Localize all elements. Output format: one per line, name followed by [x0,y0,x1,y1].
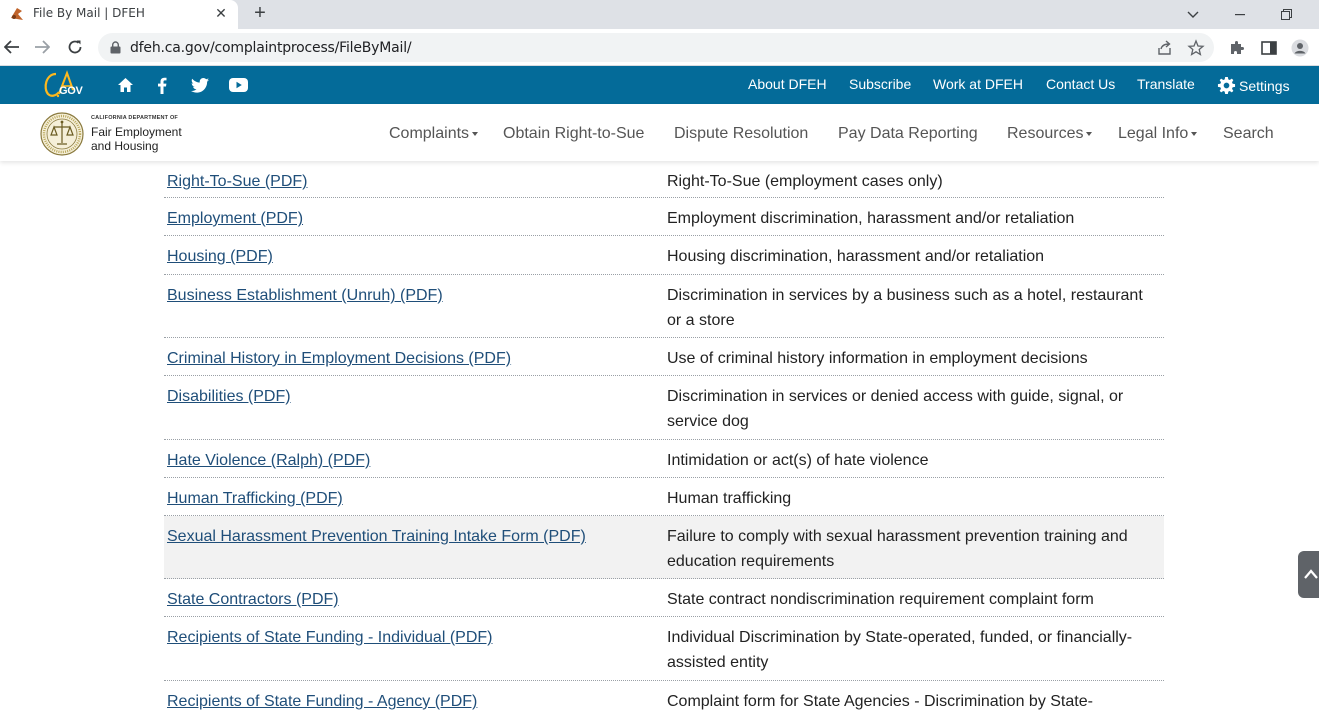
table-row: Right-To-Sue (PDF) Right-To-Sue (employm… [164,161,1164,198]
bookmark-star-icon[interactable] [1187,39,1205,57]
tab-close-icon[interactable]: ✕ [212,4,230,22]
table-row: Recipients of State Funding - Individual… [164,617,1164,681]
table-row: Business Establishment (Unruh) (PDF) Dis… [164,275,1164,338]
form-link[interactable]: Employment (PDF) [167,206,657,231]
profile-avatar-icon[interactable] [1291,39,1309,57]
contact-us-link[interactable]: Contact Us [1046,76,1115,92]
table-row: Human Trafficking (PDF) Human traffickin… [164,478,1164,516]
dept-label-small: CALIFORNIA DEPARTMENT OF [91,115,178,121]
form-description: Intimidation or act(s) of hate violence [667,452,929,469]
form-description: Employment discrimination, harassment an… [667,210,1075,227]
table-row: Hate Violence (Ralph) (PDF) Intimidation… [164,440,1164,478]
form-link[interactable]: Hate Violence (Ralph) (PDF) [167,448,657,473]
nav-legal-info-label: Legal Info [1118,125,1189,142]
form-link[interactable]: Recipients of State Funding - Individual… [167,625,657,650]
lock-icon[interactable] [110,41,121,54]
side-panel-icon[interactable] [1260,39,1278,57]
nav-search[interactable]: Search [1223,125,1274,143]
facebook-icon[interactable] [152,75,172,95]
form-description: Human trafficking [667,490,792,507]
back-arrow-icon[interactable] [0,35,24,59]
dfeh-favicon-icon [11,8,23,20]
ca-gov-utility-bar: GOV About DFEH Subscribe Work at DFEH Co… [0,66,1319,104]
table-row: Employment (PDF) Employment discriminati… [164,198,1164,236]
nav-obtain-right-to-sue[interactable]: Obtain Right-to-Sue [503,125,644,143]
nav-legal-info[interactable]: Legal Info [1118,125,1198,143]
ca-gov-logo-text: GOV [59,85,83,97]
form-link[interactable]: Criminal History in Employment Decisions… [167,346,657,371]
form-link[interactable]: Business Establishment (Unruh) (PDF) [167,283,657,308]
nav-pay-data-reporting[interactable]: Pay Data Reporting [838,125,978,143]
home-icon[interactable] [115,75,135,95]
url-text[interactable]: dfeh.ca.gov/complaintprocess/FileByMail/ [130,40,412,56]
form-description: Individual Discrimination by State-opera… [667,629,1133,671]
extensions-puzzle-icon[interactable] [1228,39,1246,57]
table-row: Criminal History in Employment Decisions… [164,338,1164,376]
form-description: Complaint form for State Agencies - Disc… [667,693,1093,710]
work-at-dfeh-link[interactable]: Work at DFEH [933,76,1023,92]
nav-complaints-label: Complaints [389,125,470,142]
tab-title: File By Mail | DFEH [33,6,145,20]
form-link[interactable]: Right-To-Sue (PDF) [167,169,657,194]
caret-down-icon [472,131,479,136]
form-description: Discrimination in services or denied acc… [667,388,1124,430]
form-link[interactable]: Sexual Harassment Prevention Training In… [167,524,657,549]
chevron-up-icon [1304,569,1318,579]
table-row-highlighted: Sexual Harassment Prevention Training In… [164,516,1164,579]
form-description: Right-To-Sue (employment cases only) [667,173,943,190]
new-tab-plus-icon[interactable]: + [249,2,271,24]
tab-search-chevron-icon[interactable] [1170,0,1216,29]
youtube-icon[interactable] [228,75,248,95]
caret-down-icon [1191,131,1198,136]
dept-name-line1: Fair Employment [91,125,182,139]
restore-window-icon[interactable] [1263,0,1309,29]
ca-gov-logo[interactable]: GOV [42,70,88,100]
site-header: CALIFORNIA DEPARTMENT OF Fair Employment… [0,104,1319,161]
form-link[interactable]: Human Trafficking (PDF) [167,486,657,511]
nav-complaints[interactable]: Complaints [389,125,479,143]
table-row: State Contractors (PDF) State contract n… [164,579,1164,617]
browser-tab-active[interactable]: File By Mail | DFEH ✕ [0,0,238,29]
form-description: Housing discrimination, harassment and/o… [667,248,1045,265]
dept-name[interactable]: Fair Employment and Housing [91,125,182,153]
nav-resources-label: Resources [1007,125,1084,142]
form-description: State contract nondiscrimination require… [667,591,1094,608]
about-dfeh-link[interactable]: About DFEH [748,76,827,92]
form-link[interactable]: Recipients of State Funding - Agency (PD… [167,689,657,713]
form-description: Discrimination in services by a business… [667,287,1143,329]
forms-table: Right-To-Sue (PDF) Right-To-Sue (employm… [164,161,1164,713]
form-description: Failure to comply with sexual harassment… [667,528,1128,570]
nav-resources[interactable]: Resources [1007,125,1093,143]
back-to-top-button[interactable] [1298,551,1319,598]
form-link[interactable]: Housing (PDF) [167,244,657,269]
browser-toolbar: dfeh.ca.gov/complaintprocess/FileByMail/ [0,29,1319,66]
minimize-window-icon[interactable] [1217,0,1263,29]
address-bar[interactable]: dfeh.ca.gov/complaintprocess/FileByMail/ [98,33,1214,62]
subscribe-link[interactable]: Subscribe [849,76,911,92]
translate-link[interactable]: Translate [1137,76,1195,92]
form-description: Use of criminal history information in e… [667,350,1088,367]
settings-gear-icon[interactable] [1217,76,1236,95]
table-row: Disabilities (PDF) Discrimination in ser… [164,376,1164,440]
twitter-icon[interactable] [190,75,210,95]
forward-arrow-icon[interactable] [30,35,54,59]
form-link[interactable]: State Contractors (PDF) [167,587,657,612]
dept-name-line2: and Housing [91,139,159,153]
nav-dispute-resolution[interactable]: Dispute Resolution [674,125,808,143]
table-row: Housing (PDF) Housing discrimination, ha… [164,236,1164,275]
reload-icon[interactable] [63,35,87,59]
form-link[interactable]: Disabilities (PDF) [167,384,657,409]
caret-down-icon [1086,131,1093,136]
settings-link[interactable]: Settings [1239,78,1290,94]
browser-tabstrip: File By Mail | DFEH ✕ + [0,0,1319,29]
share-icon[interactable] [1156,39,1174,57]
table-row: Recipients of State Funding - Agency (PD… [164,681,1164,713]
dfeh-seal-logo-icon[interactable] [40,112,84,156]
